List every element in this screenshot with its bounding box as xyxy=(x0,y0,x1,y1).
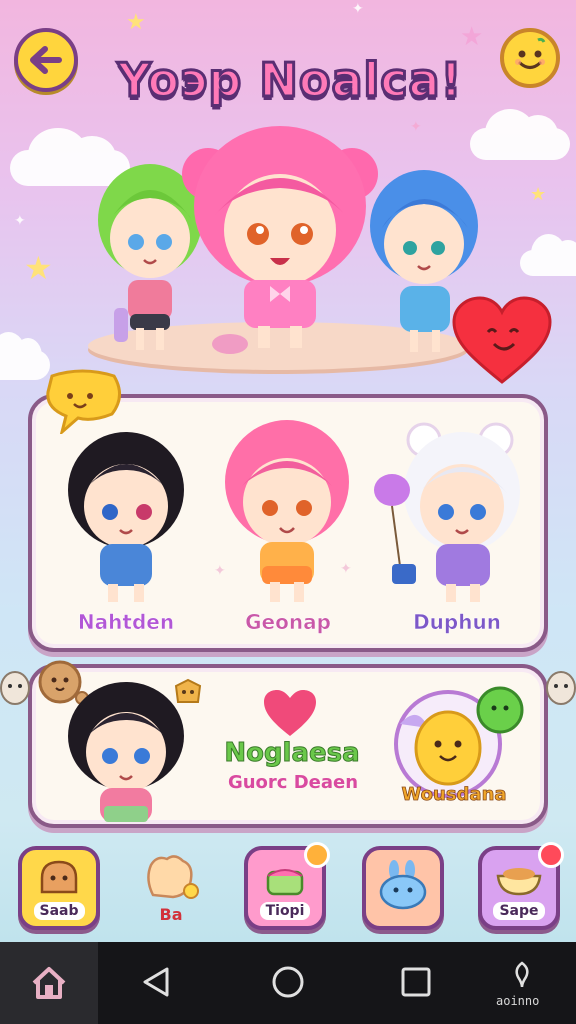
cake-icon xyxy=(266,869,304,896)
bread-icon xyxy=(40,860,78,894)
toolbar-label: Tiopi xyxy=(259,902,311,920)
side-mascot-icon xyxy=(546,671,576,705)
notification-badge xyxy=(304,842,330,868)
assistant-icon xyxy=(515,961,529,988)
bunny-icon xyxy=(379,860,427,910)
system-nav-bar: aoinno xyxy=(0,942,576,1024)
toolbar-item-saab[interactable]: Saab xyxy=(18,846,100,930)
heart-face-icon[interactable] xyxy=(452,296,552,386)
roster-character-2[interactable] xyxy=(212,416,362,610)
back-button[interactable] xyxy=(14,28,78,92)
cloud-far-right xyxy=(520,234,576,276)
sparkle-icon: ✦ xyxy=(340,561,352,577)
pink-hair-girl[interactable] xyxy=(182,126,378,348)
toolbar-item-ba[interactable]: Ba xyxy=(130,846,212,930)
smiley-face-icon xyxy=(515,37,546,69)
star-icon: ★ xyxy=(24,249,53,287)
character-name: Nahtden xyxy=(77,610,175,635)
green-hair-girl[interactable] xyxy=(98,164,202,350)
roster-character-3[interactable] xyxy=(370,420,530,610)
sparkle-icon: ✦ xyxy=(14,213,26,229)
feature-subline: Guorc Deaen xyxy=(227,772,359,793)
glove-icon xyxy=(147,855,199,899)
sparkle-icon: ✦ xyxy=(352,1,364,17)
mascot-label: Wousdana xyxy=(401,784,507,806)
square-recents-icon xyxy=(401,967,431,997)
featured-characters xyxy=(98,126,478,354)
feature-character[interactable] xyxy=(60,676,194,822)
nav-assistant-label: aoinno xyxy=(496,994,540,1008)
toolbar-item-sape[interactable]: Sape xyxy=(478,842,564,930)
star-icon: ★ xyxy=(126,10,146,35)
nav-back-button[interactable] xyxy=(136,962,176,1002)
notification-badge xyxy=(538,842,564,868)
bowl-icon xyxy=(496,868,542,896)
triangle-back-icon xyxy=(143,967,169,997)
character-name: Geonap xyxy=(245,610,331,635)
feature-headline: Noglaesa xyxy=(224,738,360,769)
star-icon: ★ xyxy=(530,184,547,205)
toolbar-label: Ba xyxy=(159,905,183,924)
profile-button[interactable] xyxy=(500,28,560,88)
nav-assistant-button[interactable] xyxy=(504,960,540,990)
nav-home-circle-button[interactable] xyxy=(268,962,308,1002)
toolbar-label: Sape xyxy=(493,902,545,920)
toolbar-item-tiopi[interactable]: Tiopi xyxy=(244,842,330,930)
character-name: Duphun xyxy=(413,610,501,635)
circle-home-icon xyxy=(272,966,304,998)
nav-recents-button[interactable] xyxy=(396,962,436,1002)
side-mascot-icon xyxy=(0,671,30,705)
sparkle-icon: ✦ xyxy=(214,563,226,579)
toolbar-item-bunny[interactable] xyxy=(362,846,444,930)
game-title: Yoэp Noalca! xyxy=(116,52,463,109)
nav-home-button[interactable] xyxy=(0,942,98,1024)
home-icon xyxy=(32,967,66,999)
back-arrow-icon xyxy=(30,46,62,74)
roster-character-1[interactable] xyxy=(56,420,196,610)
heart-icon xyxy=(264,690,316,736)
toolbar-label: Saab xyxy=(33,902,85,920)
